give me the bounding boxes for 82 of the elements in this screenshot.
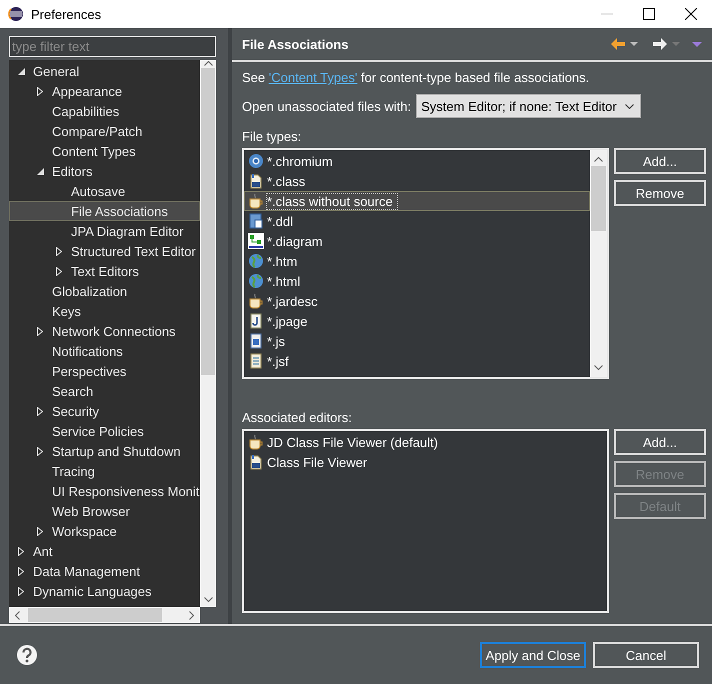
close-icon[interactable] xyxy=(685,8,697,20)
tree-item[interactable]: Perspectives xyxy=(52,362,126,380)
field-label: Open unassociated files with: xyxy=(242,98,412,114)
collapsed-arrow-icon[interactable] xyxy=(18,546,24,556)
window-title: Preferences xyxy=(31,6,102,22)
back-arrow-icon[interactable] xyxy=(610,37,626,51)
apply-and-close-button[interactable]: Apply and Close xyxy=(480,642,586,668)
collapsed-arrow-icon[interactable] xyxy=(56,266,62,276)
tree-item[interactable]: Content Types xyxy=(52,142,136,160)
tree-item[interactable]: Capabilities xyxy=(52,102,120,120)
tree-item[interactable]: Startup and Shutdown xyxy=(52,442,181,460)
list-item[interactable]: *.ddl xyxy=(267,214,294,228)
tree-item[interactable]: Text Editors xyxy=(71,262,139,280)
list-item[interactable]: *.jpage xyxy=(267,314,308,328)
vertical-scrollbar[interactable] xyxy=(200,60,216,607)
tree-item[interactable]: Appearance xyxy=(52,82,122,100)
list-item[interactable]: *.js xyxy=(267,334,286,348)
tree-item[interactable]: JPA Diagram Editor xyxy=(71,222,184,240)
editor-dropdown[interactable]: System Editor; if none: Text Editor xyxy=(416,94,641,118)
horizontal-scrollbar[interactable] xyxy=(9,607,200,623)
tree-item[interactable]: Notifications xyxy=(52,342,123,360)
list-item[interactable]: JD Class File Viewer (default) xyxy=(267,434,438,450)
forward-arrow-icon[interactable] xyxy=(652,37,668,51)
expanded-arrow-icon[interactable] xyxy=(37,168,44,174)
tree-item[interactable]: File Associations xyxy=(71,202,168,220)
tree-item[interactable]: Ant xyxy=(33,542,53,560)
remove-button[interactable]: Remove xyxy=(614,180,706,206)
info-text: See 'Content Types' for content-type based file associations. xyxy=(242,70,590,85)
scroll-up-icon xyxy=(204,60,212,66)
cancel-button[interactable]: Cancel xyxy=(593,642,699,668)
tree-item[interactable]: Security xyxy=(52,402,99,420)
list-item[interactable]: Class File Viewer xyxy=(267,454,368,470)
vertical-scrollbar[interactable] xyxy=(590,150,607,377)
expanded-arrow-icon[interactable] xyxy=(18,68,25,74)
tree-item[interactable]: Web Browser xyxy=(52,502,130,520)
tree-item[interactable]: General xyxy=(33,62,80,80)
tree-item[interactable]: Tracing xyxy=(52,462,95,480)
tree-item[interactable]: Service Policies xyxy=(52,422,144,440)
scroll-down-icon xyxy=(594,365,603,371)
tree-item[interactable]: Autosave xyxy=(71,182,126,200)
list-item[interactable]: *.jardesc xyxy=(267,294,318,308)
tree-item[interactable]: Compare/Patch xyxy=(52,122,142,140)
add-button[interactable]: Add... xyxy=(614,429,706,455)
collapsed-arrow-icon[interactable] xyxy=(56,246,62,256)
dropdown-caret-icon[interactable] xyxy=(630,42,638,46)
collapsed-arrow-icon[interactable] xyxy=(37,526,43,536)
scroll-up-icon xyxy=(594,156,603,162)
tree-item[interactable]: Keys xyxy=(52,302,81,320)
list-item[interactable]: *.class xyxy=(267,174,306,188)
collapsed-arrow-icon[interactable] xyxy=(18,586,24,596)
tree-item[interactable]: Search xyxy=(52,382,94,400)
scroll-right-icon xyxy=(189,610,195,620)
app-logo-icon xyxy=(8,6,24,22)
section-label: File types: xyxy=(242,129,302,144)
filter-field[interactable]: type filter text xyxy=(9,36,216,57)
help-icon[interactable] xyxy=(17,645,37,665)
scroll-left-icon xyxy=(14,610,20,620)
scroll-down-icon xyxy=(204,597,212,603)
page-title: File Associations xyxy=(242,36,350,52)
tree-item[interactable]: Network Connections xyxy=(52,322,176,340)
collapsed-arrow-icon[interactable] xyxy=(18,566,24,576)
collapsed-arrow-icon[interactable] xyxy=(37,326,43,336)
tree-item[interactable]: UI Responsiveness Monit xyxy=(52,482,200,500)
list-item[interactable]: *.htm xyxy=(267,254,298,268)
list-item[interactable]: *.class without source xyxy=(267,194,397,208)
tree-item[interactable]: Data Management xyxy=(33,562,140,580)
tree-item[interactable]: Structured Text Editor xyxy=(71,242,196,260)
tree-item[interactable]: Globalization xyxy=(52,282,128,300)
list-item[interactable]: *.jsf xyxy=(267,354,289,368)
add-button[interactable]: Add... xyxy=(614,148,706,174)
maximize-icon[interactable] xyxy=(643,8,655,20)
collapsed-arrow-icon[interactable] xyxy=(37,406,43,416)
list-item[interactable]: *.html xyxy=(267,274,300,288)
list-item[interactable]: *.diagram xyxy=(267,234,323,248)
collapsed-arrow-icon[interactable] xyxy=(37,446,43,456)
tree-item[interactable]: Editors xyxy=(52,162,92,180)
chevron-down-icon xyxy=(624,104,634,108)
tree-item[interactable]: Workspace xyxy=(52,522,117,540)
tree-item[interactable]: Dynamic Languages xyxy=(33,582,152,600)
collapsed-arrow-icon[interactable] xyxy=(37,86,43,96)
list-item[interactable]: *.chromium xyxy=(267,154,333,168)
section-label: Associated editors: xyxy=(242,410,352,425)
